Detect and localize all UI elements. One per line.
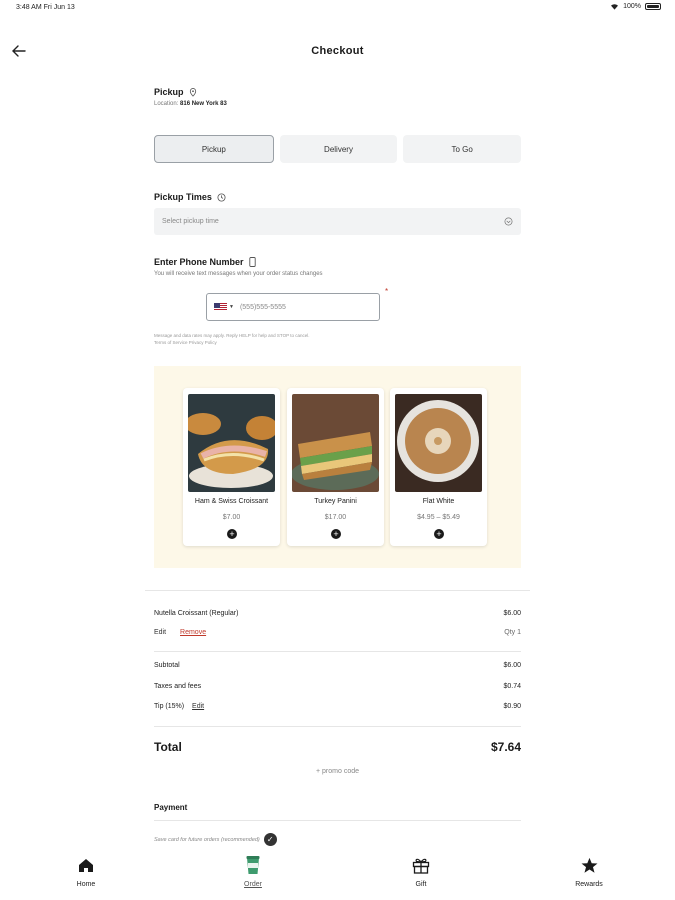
cart-item-actions: Edit Remove Qty 1 [154,629,521,636]
sms-disclaimer: Message and data rates may apply. Reply … [154,332,521,346]
add-icon[interactable]: + [227,529,237,539]
taxes-value: $0.74 [503,683,521,690]
tab-gift[interactable]: Gift [391,855,451,888]
upsell-card-ham-swiss[interactable]: Ham & Swiss Croissant $7.00 + [183,388,280,546]
us-flag-icon[interactable] [214,303,227,311]
payment-label: Payment [154,803,188,812]
tab-label: Order [244,881,262,888]
taxes-label: Taxes and fees [154,683,202,690]
pickup-times-label: Pickup Times [154,192,212,202]
clock-icon [217,192,226,202]
tab-label: Rewards [575,881,603,888]
upsell-card-turkey-panini[interactable]: Turkey Panini $17.00 + [287,388,384,546]
cup-icon [246,856,260,874]
divider [154,820,521,821]
subtotal-label: Subtotal [154,662,180,669]
edit-tip-link[interactable]: Edit [192,703,204,710]
wifi-icon [611,4,619,10]
checkmark-icon[interactable]: ✓ [263,833,277,846]
location-pin-icon [189,87,196,97]
upsell-price: $4.95 – $5.49 [417,514,460,521]
header: Checkout [0,38,675,66]
promo-code-link[interactable]: + promo code [0,768,675,775]
add-icon[interactable]: + [331,529,341,539]
upsell-name: Ham & Swiss Croissant [194,498,269,505]
status-bar: 3:48 AM Fri Jun 13 100% [0,0,675,16]
save-card-option[interactable]: Save card for future orders (recommended… [154,833,277,846]
upsell-carousel: Ham & Swiss Croissant $7.00 + Turkey Pan… [154,366,521,568]
remove-item-link[interactable]: Remove [180,629,206,636]
upsell-name: Turkey Panini [314,498,357,505]
page-title: Checkout [311,45,364,57]
pickup-section: Pickup Location: 816 New York 83 [154,87,521,107]
save-card-label: Save card for future orders (recommended… [154,836,260,843]
phone-helper-text: You will receive text messages when your… [154,271,323,277]
pickup-time-placeholder: Select pickup time [162,218,219,225]
total-value: $7.64 [490,740,521,754]
total-row: Total $7.64 [154,740,521,754]
battery-percent: 100% [623,3,641,10]
divider [154,651,521,652]
tip-row: Tip (15%) Edit $0.90 [154,703,521,710]
tip-value: $0.90 [503,703,521,710]
cart-item-row: Nutella Croissant (Regular) $6.00 [154,610,521,617]
subtotal-row: Subtotal $6.00 [154,662,521,669]
tab-rewards[interactable]: Rewards [559,855,619,888]
battery-icon [645,3,661,10]
pickup-label: Pickup [154,87,184,97]
phone-placeholder: (555)555-5555 [239,303,286,311]
required-mark: * [385,287,389,296]
chevron-down-circle-icon [504,217,513,226]
edit-item-link[interactable]: Edit [154,629,166,636]
terms-privacy-links[interactable]: Terms of Service Privacy Policy [154,339,521,346]
upsell-price: $17.00 [324,514,347,521]
flat-white-image [395,394,482,492]
croissant-image [188,394,275,492]
total-label: Total [154,740,182,754]
star-icon [581,857,597,873]
mobile-phone-icon [248,257,256,267]
gift-icon [412,858,430,874]
tab-label: Gift [415,881,427,888]
country-caret-icon[interactable]: ▼ [229,304,234,310]
order-type-to-go[interactable]: To Go [403,135,522,163]
cart-item-qty: Qty 1 [504,629,521,636]
home-icon [79,858,93,872]
upsell-card-flat-white[interactable]: Flat White $4.95 – $5.49 + [390,388,487,546]
pickup-times-heading: Pickup Times [154,192,521,202]
tab-order[interactable]: Order [223,855,283,888]
divider [145,590,530,591]
tab-label: Home [76,881,96,888]
cart-item-name: Nutella Croissant (Regular) [154,610,239,617]
cart-item-price: $6.00 [503,610,521,617]
order-type-delivery[interactable]: Delivery [279,135,398,163]
status-right: 100% [610,3,661,10]
phone-section: Enter Phone Number You will receive text… [154,257,521,277]
order-type-pickup[interactable]: Pickup [154,135,274,163]
add-icon[interactable]: + [434,529,444,539]
taxes-row: Taxes and fees $0.74 [154,683,521,690]
phone-input[interactable]: ▼ (555)555-5555 [206,293,380,321]
pickup-location: Location: 816 New York 83 [154,101,227,107]
tab-home[interactable]: Home [56,855,116,888]
divider [154,726,521,727]
order-type-selector: Pickup Delivery To Go [154,135,522,163]
bottom-tab-bar: Home Order Gift Rewards [0,852,675,900]
upsell-name: Flat White [422,498,455,505]
status-time: 3:48 AM Fri Jun 13 [16,4,75,11]
tip-label: Tip (15%) [154,703,185,710]
phone-label: Enter Phone Number [154,257,244,267]
upsell-price: $7.00 [222,514,241,521]
panini-image [292,394,379,492]
subtotal-value: $6.00 [503,662,521,669]
pickup-time-select[interactable]: Select pickup time [154,208,521,235]
